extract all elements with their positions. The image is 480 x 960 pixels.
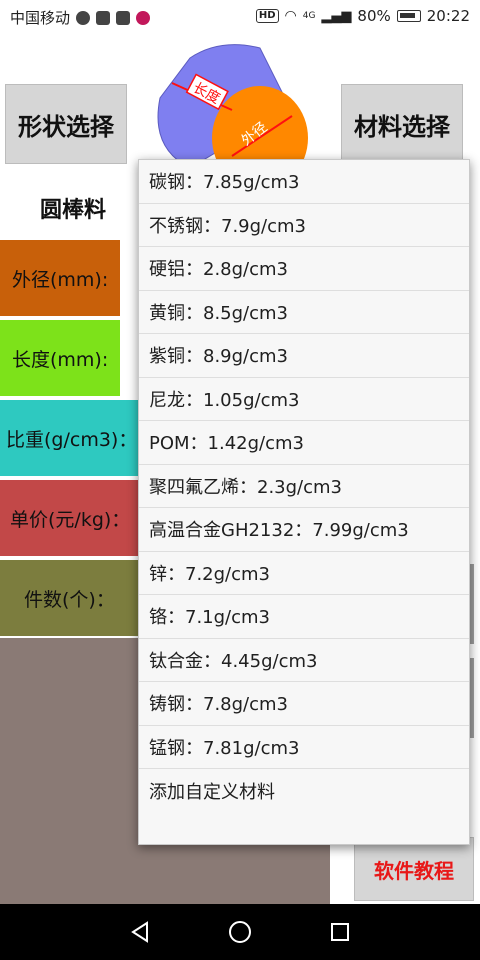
nav-home-button[interactable] <box>220 912 260 952</box>
divider <box>0 556 140 558</box>
wechat-icon <box>76 10 91 25</box>
length-label-field: 长度(mm): <box>12 348 109 371</box>
menu-item[interactable]: 不锈钢：7.9g/cm3 <box>139 204 469 247</box>
shield-notification-icon <box>116 10 131 25</box>
unit-price-row[interactable]: 单价(元/kg)： <box>0 480 140 556</box>
cylinder-diagram: 长度 外径 <box>157 44 308 168</box>
app-badge-icon <box>136 10 151 25</box>
wifi-icon: ◠ <box>284 8 297 24</box>
specific-gravity-label: 比重(g/cm3)： <box>6 428 138 451</box>
outer-diameter-label: 外径(mm): <box>12 268 109 291</box>
status-left: 中国移动 <box>10 7 151 28</box>
divider <box>0 396 140 398</box>
back-triangle-icon <box>131 921 148 943</box>
specific-gravity-row[interactable]: 比重(g/cm3)： <box>0 400 140 476</box>
menu-item[interactable]: 黄铜：8.5g/cm3 <box>139 291 469 334</box>
unit-price-label: 单价(元/kg)： <box>10 508 131 531</box>
battery-icon <box>396 10 421 22</box>
carrier-name: 中国移动 <box>10 9 71 27</box>
home-circle-icon <box>229 921 251 943</box>
battery-percent: 80% <box>357 7 391 25</box>
tutorial-button[interactable]: 软件教程 <box>354 837 474 901</box>
count-row[interactable]: 件数(个)： <box>0 560 140 636</box>
menu-item[interactable]: 锰钢：7.81g/cm3 <box>139 726 469 769</box>
menu-item[interactable]: 添加自定义材料 <box>139 769 469 813</box>
material-menu: 碳钢：7.85g/cm3 不锈钢：7.9g/cm3 硬铝：2.8g/cm3 黄铜：8.… <box>138 159 470 845</box>
status-bar: 中国移动 HD ◠ 4G ▂▄▆ 80% 20:22 <box>0 0 480 34</box>
app-content: 形状选择 材料选择 长度 外径 圆棒料 外径(mm): 长度(mm): 比重(g… <box>0 34 480 904</box>
signal-icon: ▂▄▆ <box>321 8 352 24</box>
material-select-button[interactable]: 材料选择 <box>341 84 463 164</box>
tutorial-label: 软件教程 <box>374 858 454 883</box>
menu-item[interactable]: 铬：7.1g/cm3 <box>139 595 469 639</box>
app-notification-icon <box>96 10 111 25</box>
count-label: 件数(个)： <box>24 588 115 611</box>
recent-square-icon <box>331 923 349 941</box>
menu-item[interactable]: 铸钢：7.8g/cm3 <box>139 682 469 726</box>
menu-item[interactable]: 硬铝：2.8g/cm3 <box>139 247 469 291</box>
menu-item[interactable]: 碳钢：7.85g/cm3 <box>139 160 469 204</box>
material-select-label: 材料选择 <box>354 112 450 141</box>
menu-item[interactable]: 尼龙：1.05g/cm3 <box>139 378 469 421</box>
shape-select-button[interactable]: 形状选择 <box>5 84 127 164</box>
shape-select-label: 形状选择 <box>18 112 114 141</box>
length-row[interactable]: 长度(mm): <box>0 320 120 396</box>
menu-item[interactable]: 聚四氟乙烯：2.3g/cm3 <box>139 465 469 508</box>
divider <box>0 316 140 318</box>
network-type: 4G <box>302 11 316 21</box>
menu-item[interactable]: 锌：7.2g/cm3 <box>139 552 469 595</box>
shape-name: 圆棒料 <box>40 198 107 223</box>
clock: 20:22 <box>426 7 470 25</box>
hd-icon: HD <box>255 9 279 23</box>
divider <box>0 476 140 478</box>
nav-back-button[interactable] <box>120 912 160 952</box>
navigation-bar <box>0 904 480 960</box>
menu-item[interactable]: 高温合金GH2132：7.99g/cm3 <box>139 508 469 552</box>
menu-item[interactable]: POM：1.42g/cm3 <box>139 421 469 465</box>
menu-item[interactable]: 紫铜：8.9g/cm3 <box>139 334 469 378</box>
outer-diameter-row[interactable]: 外径(mm): <box>0 240 120 316</box>
status-right: HD ◠ 4G ▂▄▆ 80% 20:22 <box>255 7 470 25</box>
menu-item[interactable]: 钛合金：4.45g/cm3 <box>139 639 469 682</box>
nav-recent-button[interactable] <box>320 912 360 952</box>
